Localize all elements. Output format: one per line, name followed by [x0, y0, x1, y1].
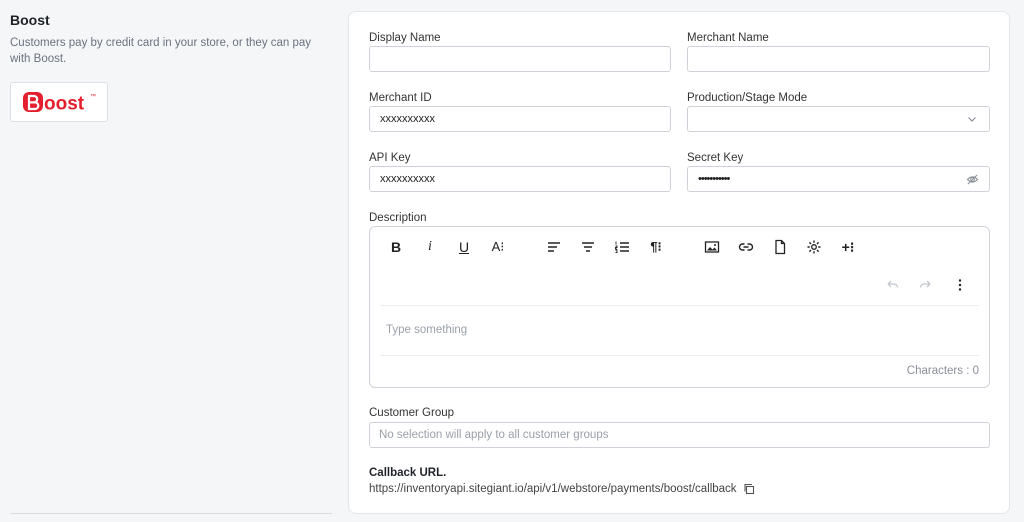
italic-icon[interactable]: i — [420, 237, 440, 257]
customer-group-label: Customer Group — [369, 407, 455, 419]
callback-url-label: Callback URL. — [369, 467, 447, 479]
customer-group-placeholder: No selection will apply to all customer … — [379, 429, 609, 441]
api-key-value: xxxxxxxxxx — [380, 173, 435, 185]
mode-select[interactable] — [687, 106, 990, 132]
font-size-icon[interactable]: A⁝ — [488, 237, 508, 257]
display-name-label: Display Name — [369, 32, 441, 44]
file-icon[interactable] — [770, 237, 790, 257]
align-center-icon[interactable] — [578, 237, 598, 257]
api-key-input[interactable]: xxxxxxxxxx — [369, 166, 671, 192]
section-divider — [10, 513, 332, 514]
merchant-name-label: Merchant Name — [687, 32, 769, 44]
customer-group-select[interactable]: No selection will apply to all customer … — [369, 422, 990, 448]
character-counter: Characters : 0 — [906, 365, 979, 377]
secret-key-value: ••••••••••• — [698, 173, 730, 185]
image-icon[interactable] — [702, 237, 722, 257]
align-left-icon[interactable] — [544, 237, 564, 257]
api-key-label: API Key — [369, 152, 411, 164]
boost-logo-mark: oost ™ — [23, 92, 96, 115]
boost-logo: oost ™ — [10, 82, 108, 122]
description-editor[interactable]: B i U A⁝ ¶⁝ +⁝ Type something Characters… — [369, 226, 990, 388]
editor-toolbar-divider — [380, 305, 979, 306]
paragraph-icon[interactable]: ¶⁝ — [646, 237, 666, 257]
link-icon[interactable] — [736, 237, 756, 257]
merchant-id-label: Merchant ID — [369, 92, 432, 104]
secret-key-label: Secret Key — [687, 152, 744, 164]
display-name-input[interactable] — [369, 46, 671, 72]
copy-icon[interactable] — [743, 483, 755, 495]
description-label: Description — [369, 212, 427, 224]
bold-icon[interactable]: B — [386, 237, 406, 257]
redo-icon[interactable] — [916, 275, 936, 295]
callback-url-value: https://inventoryapi.sitegiant.io/api/v1… — [369, 483, 737, 495]
editor-placeholder[interactable]: Type something — [386, 324, 467, 336]
merchant-id-value: xxxxxxxxxx — [380, 113, 435, 125]
merchant-name-input[interactable] — [687, 46, 990, 72]
settings-icon[interactable] — [804, 237, 824, 257]
more-vertical-icon[interactable] — [950, 275, 970, 295]
chevron-down-icon — [965, 112, 979, 126]
insert-more-icon[interactable]: +⁝ — [838, 237, 858, 257]
undo-icon[interactable] — [882, 275, 902, 295]
section-info: Boost Customers pay by credit card in yo… — [10, 0, 332, 522]
settings-card: Display Name Merchant Name Merchant ID x… — [348, 11, 1010, 514]
underline-icon[interactable]: U — [454, 237, 474, 257]
callback-url: https://inventoryapi.sitegiant.io/api/v1… — [369, 483, 755, 495]
boost-logo-tm: ™ — [90, 93, 96, 100]
mode-label: Production/Stage Mode — [687, 92, 808, 104]
ordered-list-icon[interactable] — [612, 237, 632, 257]
section-title: Boost — [10, 12, 50, 28]
editor-footer-divider — [380, 355, 979, 356]
secret-key-input[interactable]: ••••••••••• — [687, 166, 990, 192]
eye-off-icon[interactable] — [965, 172, 979, 186]
merchant-id-input[interactable]: xxxxxxxxxx — [369, 106, 671, 132]
boost-logo-text: oost — [44, 94, 85, 115]
section-description: Customers pay by credit card in your sto… — [10, 37, 312, 65]
